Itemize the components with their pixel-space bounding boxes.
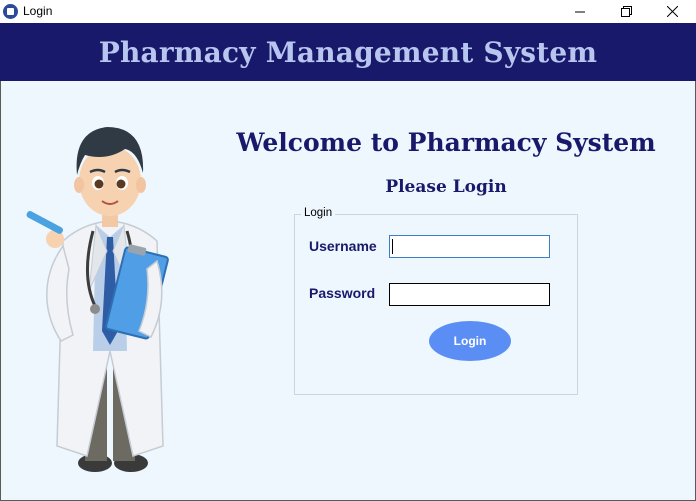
password-label: Password	[309, 285, 376, 301]
login-group-legend: Login	[301, 207, 336, 219]
window-title: Login	[23, 4, 53, 18]
username-label: Username	[309, 238, 377, 254]
app-title: Pharmacy Management System	[98, 35, 598, 69]
please-login-subtitle: Please Login	[385, 177, 507, 197]
maximize-button[interactable]	[603, 0, 649, 23]
password-input[interactable]	[389, 283, 550, 306]
doctor-illustration	[26, 127, 169, 472]
title-bar: Login	[0, 0, 696, 23]
main-content: Welcome to Pharmacy System Please Login …	[0, 81, 696, 501]
minimize-icon	[575, 11, 585, 12]
login-button[interactable]: Login	[429, 321, 511, 361]
login-groupbox: Login Username Password Login	[294, 207, 578, 395]
app-header: Pharmacy Management System	[0, 23, 696, 81]
maximize-icon	[620, 6, 632, 17]
username-input[interactable]	[389, 235, 550, 258]
close-button[interactable]	[649, 0, 695, 23]
minimize-button[interactable]	[557, 0, 603, 23]
text-caret	[392, 239, 393, 254]
close-icon	[666, 6, 678, 17]
app-icon	[3, 4, 18, 19]
welcome-heading: Welcome to Pharmacy System	[236, 128, 656, 157]
